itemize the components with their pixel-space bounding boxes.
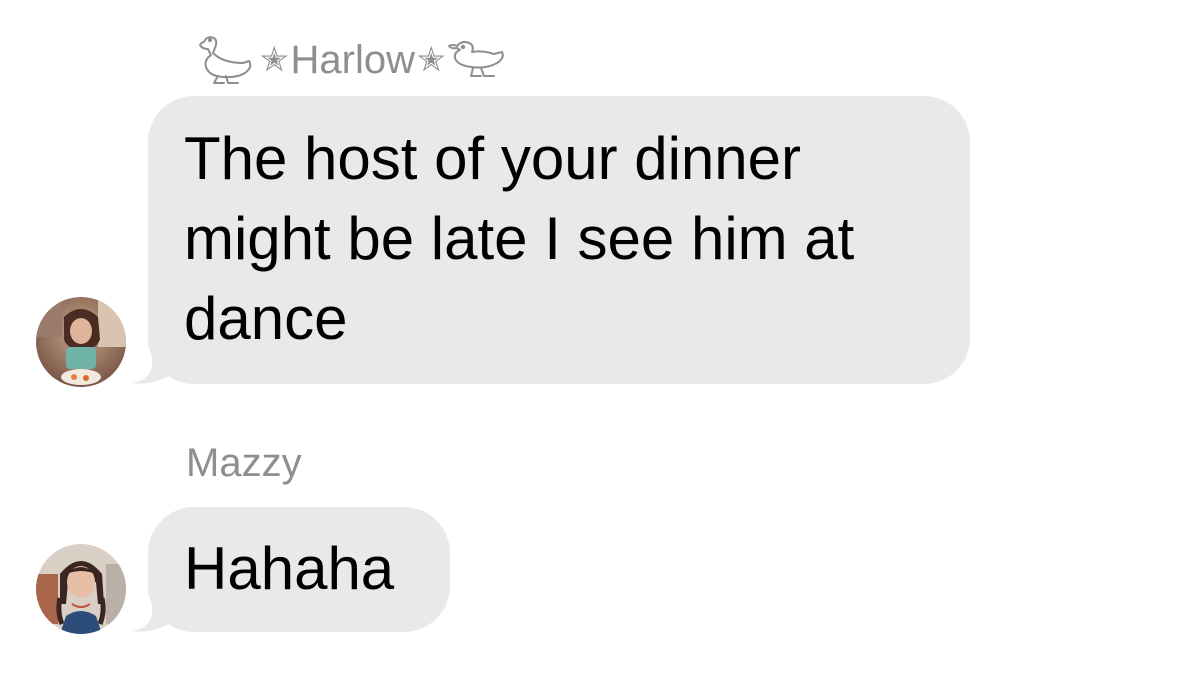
avatar-harlow[interactable] — [36, 297, 126, 387]
person-photo-avatar-icon — [36, 544, 126, 634]
duck-icon — [448, 40, 505, 77]
message-text: Hahaha — [184, 535, 395, 602]
duck-icon — [199, 36, 252, 84]
star-icon: ✭ — [416, 40, 446, 80]
sender-name-mazzy: Mazzy — [186, 441, 302, 485]
message-bubble-incoming[interactable]: The host of your dinner might be late I … — [148, 96, 970, 384]
star-icon: ✭ — [260, 40, 289, 80]
sender-name-text: Harlow — [290, 38, 415, 82]
person-photo-avatar-icon — [36, 297, 126, 387]
avatar-mazzy[interactable] — [36, 544, 126, 634]
message-text: The host of your dinner might be late I … — [184, 125, 855, 352]
sender-name-harlow: ✭ Harlow ✭ — [198, 32, 509, 88]
message-bubble-incoming[interactable]: Hahaha — [148, 507, 450, 632]
